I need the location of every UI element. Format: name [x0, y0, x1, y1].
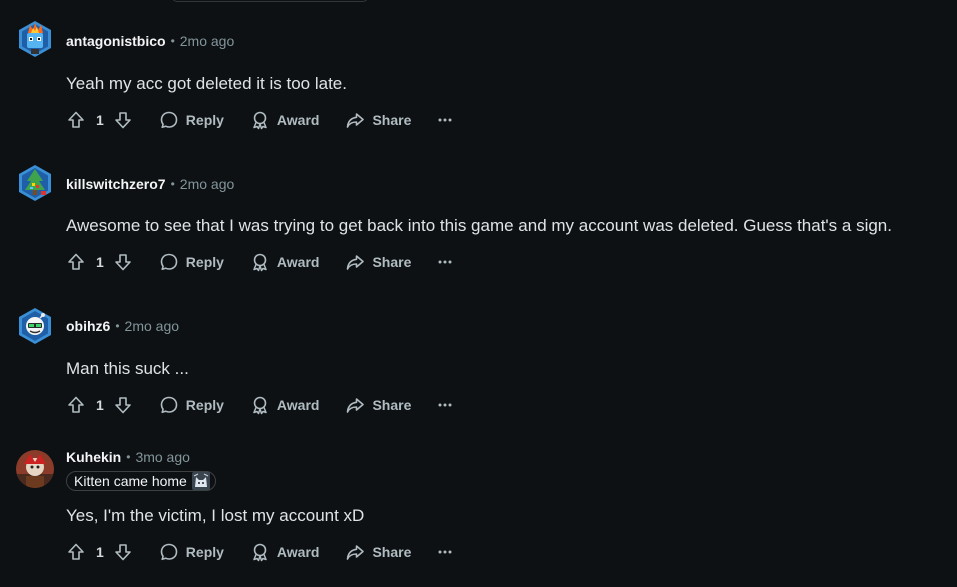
downvote-icon[interactable] [113, 542, 133, 562]
share-button[interactable]: Share [337, 389, 419, 421]
ellipsis-icon [438, 260, 452, 264]
share-button[interactable]: Share [337, 536, 419, 568]
share-icon [347, 113, 365, 128]
separator-dot: • [170, 34, 175, 48]
comment-actions: 1 Reply Award Share [58, 389, 461, 421]
share-button[interactable]: Share [337, 246, 419, 278]
comment-meta: Kuhekin • 3mo ago [66, 449, 190, 465]
downvote-icon[interactable] [113, 252, 133, 272]
share-icon [347, 545, 365, 560]
award-icon [253, 111, 267, 130]
vote-group: 1 [58, 542, 141, 562]
vote-group: 1 [58, 252, 141, 272]
comment-bubble-icon [160, 111, 178, 129]
reply-button[interactable]: Reply [151, 246, 232, 278]
ellipsis-icon [438, 118, 452, 122]
reply-button[interactable]: Reply [151, 536, 232, 568]
timestamp[interactable]: 2mo ago [125, 318, 179, 334]
comment-meta: killswitchzero7 • 2mo ago [66, 176, 234, 192]
award-icon [253, 396, 267, 415]
more-options-button[interactable] [429, 112, 461, 128]
comment-meta: antagonistbico • 2mo ago [66, 33, 234, 49]
vote-score: 1 [96, 112, 104, 128]
timestamp[interactable]: 3mo ago [135, 449, 189, 465]
award-button[interactable]: Award [242, 389, 328, 421]
user-flair: Kitten came home [66, 471, 216, 491]
avatar[interactable] [16, 164, 54, 202]
comment-body: Awesome to see that I was trying to get … [66, 216, 892, 235]
reply-label: Reply [185, 112, 224, 128]
downvote-icon[interactable] [113, 110, 133, 130]
reply-button[interactable]: Reply [151, 389, 232, 421]
award-label: Award [276, 254, 320, 270]
award-label: Award [276, 112, 320, 128]
award-label: Award [276, 397, 320, 413]
upvote-icon[interactable] [66, 110, 86, 130]
share-icon [347, 255, 365, 270]
vote-score: 1 [96, 254, 104, 270]
avatar-tree-icon [19, 165, 51, 201]
comment-body: Yeah my acc got deleted it is too late. [66, 74, 347, 93]
share-button[interactable]: Share [337, 104, 419, 136]
award-button[interactable]: Award [242, 536, 328, 568]
avatar[interactable] [16, 307, 54, 345]
share-label: Share [372, 254, 412, 270]
comment-bubble-icon [160, 396, 178, 414]
more-options-button[interactable] [429, 544, 461, 560]
username[interactable]: antagonistbico [66, 33, 166, 49]
upvote-icon[interactable] [66, 252, 86, 272]
downvote-icon[interactable] [113, 395, 133, 415]
avatar[interactable] [16, 20, 54, 58]
comment-meta: obihz6 • 2mo ago [66, 318, 179, 334]
comment-bubble-icon [160, 543, 178, 561]
award-icon [253, 543, 267, 562]
separator-dot: • [170, 177, 175, 191]
comment-actions: 1 Reply Award Share [58, 536, 461, 568]
comment-body: Man this suck ... [66, 359, 189, 378]
ellipsis-icon [438, 550, 452, 554]
share-label: Share [372, 397, 412, 413]
vote-group: 1 [58, 395, 141, 415]
username[interactable]: obihz6 [66, 318, 110, 334]
reply-label: Reply [185, 254, 224, 270]
comment-body: Yes, I'm the victim, I lost my account x… [66, 506, 365, 525]
more-options-button[interactable] [429, 254, 461, 270]
vote-group: 1 [58, 110, 141, 130]
reply-label: Reply [185, 397, 224, 413]
kitten-flair-icon [191, 472, 210, 490]
share-icon [347, 398, 365, 413]
separator-dot: • [126, 450, 131, 464]
more-options-button[interactable] [429, 397, 461, 413]
comment-bubble-icon [160, 253, 178, 271]
share-label: Share [372, 112, 412, 128]
award-label: Award [276, 544, 320, 560]
share-label: Share [372, 544, 412, 560]
separator-dot: • [115, 319, 120, 333]
award-button[interactable]: Award [242, 246, 328, 278]
vote-score: 1 [96, 397, 104, 413]
username[interactable]: Kuhekin [66, 449, 121, 465]
avatar-fire-icon [19, 21, 51, 57]
award-icon [253, 253, 267, 272]
comment-actions: 1 Reply Award Share [58, 104, 461, 136]
award-button[interactable]: Award [242, 104, 328, 136]
vote-score: 1 [96, 544, 104, 560]
reply-label: Reply [185, 544, 224, 560]
avatar[interactable] [16, 450, 54, 488]
flair-text: Kitten came home [74, 473, 187, 489]
upvote-icon[interactable] [66, 542, 86, 562]
avatar-robot-icon [19, 308, 51, 344]
timestamp[interactable]: 2mo ago [180, 33, 234, 49]
ellipsis-icon [438, 403, 452, 407]
comment-actions: 1 Reply Award Share [58, 246, 461, 278]
avatar-profile-photo [16, 450, 54, 488]
upvote-icon[interactable] [66, 395, 86, 415]
reply-button[interactable]: Reply [151, 104, 232, 136]
timestamp[interactable]: 2mo ago [180, 176, 234, 192]
username[interactable]: killswitchzero7 [66, 176, 166, 192]
previous-element-edge [172, 0, 368, 2]
